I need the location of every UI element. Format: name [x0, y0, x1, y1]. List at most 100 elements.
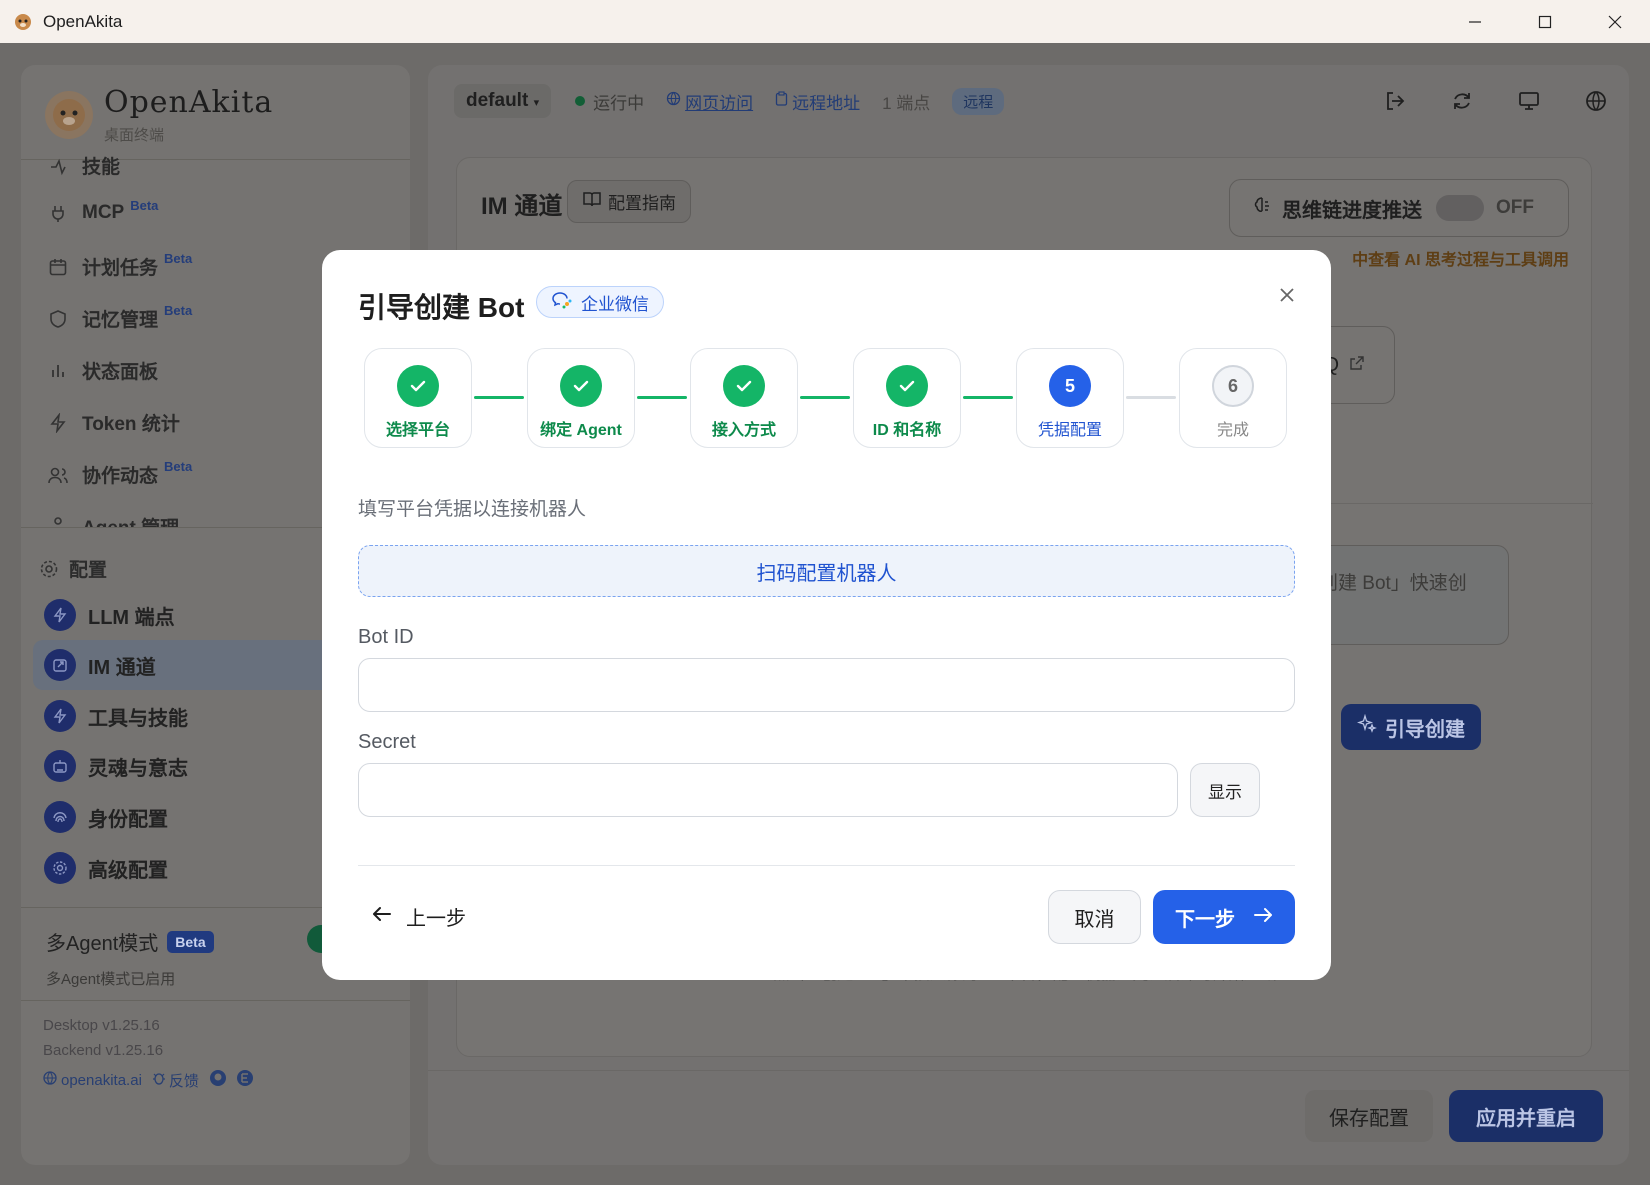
nav-item-status-panel[interactable]: 状态面板 — [46, 357, 158, 384]
step-2: 绑定 Agent — [527, 348, 635, 448]
window-title: OpenAkita — [43, 11, 123, 31]
nav-label: 状态面板 — [82, 362, 159, 383]
chevron-down-icon: ▾ — [533, 97, 540, 109]
feedback-link[interactable]: 反馈 — [169, 1070, 199, 1091]
bot-id-label: Bot ID — [358, 626, 414, 648]
nav-item-scheduled-tasks[interactable]: 计划任务 Beta — [46, 251, 193, 280]
think-push-toggle-card[interactable]: 思维链进度推送 OFF — [1229, 179, 1569, 237]
im-title: IM 通道 — [481, 193, 563, 220]
prev-step-button[interactable]: 上一步 — [372, 902, 466, 931]
step-label: 接入方式 — [711, 422, 776, 439]
config-guide-button[interactable]: 配置指南 — [567, 180, 691, 223]
bot-id-input[interactable] — [358, 658, 1295, 712]
think-push-description: 中查看 AI 思考过程与工具调用 — [1352, 252, 1569, 269]
nav-item-skills[interactable]: 技能 — [46, 151, 120, 179]
bar-chart-icon — [46, 359, 70, 383]
workspace-label: default — [466, 90, 529, 111]
nav-label: MCP — [82, 202, 125, 223]
think-push-switch[interactable] — [1436, 195, 1484, 221]
show-secret-button[interactable]: 显示 — [1190, 763, 1260, 817]
nav-item-memory[interactable]: 记忆管理 Beta — [46, 303, 192, 332]
step-label: ID 和名称 — [872, 422, 942, 439]
divider — [428, 1070, 1629, 1071]
web-access-label: 网页访问 — [685, 93, 754, 113]
web-access-link[interactable]: 网页访问 — [666, 89, 753, 114]
brand: OpenAkita 桌面终端 — [45, 85, 273, 145]
config-item-label: 高级配置 — [88, 859, 168, 882]
check-icon — [886, 365, 928, 407]
step-connector — [800, 396, 850, 399]
bug-icon — [152, 1071, 166, 1089]
step-4: ID 和名称 — [853, 348, 961, 448]
beta-badge: Beta — [130, 197, 159, 213]
config-guide-label: 配置指南 — [608, 194, 676, 213]
nav-label: 技能 — [82, 157, 121, 178]
step-5: 5 凭据配置 — [1016, 348, 1124, 448]
maximize-button[interactable] — [1510, 0, 1580, 43]
nav-item-mcp[interactable]: MCP Beta — [46, 197, 159, 225]
step-number: 6 — [1212, 365, 1254, 407]
github-icon[interactable] — [209, 1069, 227, 1091]
config-header-label: 配置 — [69, 560, 108, 581]
next-step-label: 下一步 — [1175, 908, 1235, 931]
skills-icon — [46, 155, 70, 179]
remote-address-link[interactable]: 远程地址 — [775, 89, 860, 114]
site-link[interactable]: openakita.ai — [61, 1072, 142, 1089]
step-label: 选择平台 — [385, 422, 450, 439]
bolt-icon — [46, 411, 70, 435]
config-item-label: LLM 端点 — [88, 606, 175, 629]
clipboard-icon — [775, 91, 788, 111]
brand-name: OpenAkita — [104, 85, 274, 120]
save-config-button[interactable]: 保存配置 — [1305, 1090, 1433, 1142]
wecom-icon — [551, 290, 573, 315]
remote-badge: 远程 — [952, 87, 1005, 115]
run-status: 运行中 — [575, 89, 644, 114]
calendar-icon — [46, 255, 70, 279]
globe-icon — [43, 1071, 57, 1089]
refresh-icon[interactable] — [1428, 90, 1495, 112]
nav-item-agent-manage[interactable]: Agent 管理 — [46, 513, 179, 527]
check-icon — [397, 365, 439, 407]
config-item-label: IM 通道 — [88, 656, 156, 679]
users-icon — [46, 463, 70, 487]
next-step-button[interactable]: 下一步 — [1153, 890, 1295, 944]
close-window-button[interactable] — [1580, 0, 1650, 43]
logout-icon[interactable] — [1361, 90, 1428, 112]
arrow-right-icon — [1253, 906, 1273, 929]
step-connector — [637, 396, 687, 399]
external-link-icon — [1349, 354, 1365, 377]
nav-item-collab[interactable]: 协作动态 Beta — [46, 459, 192, 488]
workspace-select[interactable]: default ▾ — [454, 84, 552, 118]
e-icon[interactable] — [236, 1069, 254, 1091]
footer-links: openakita.ai 反馈 — [43, 1069, 254, 1091]
nav-item-token-stats[interactable]: Token 统计 — [46, 409, 180, 436]
brain-icon — [1252, 195, 1272, 221]
config-item-label: 身份配置 — [88, 808, 168, 831]
gear-icon — [37, 557, 61, 581]
step-connector — [963, 396, 1013, 399]
bolt-icon — [44, 700, 76, 732]
language-globe-icon[interactable] — [1562, 90, 1629, 112]
multi-agent-section: 多Agent模式 Beta 多Agent模式已启用 — [46, 927, 214, 989]
window-titlebar: OpenAkita — [0, 0, 1650, 43]
minimize-button[interactable] — [1440, 0, 1510, 43]
brand-subtitle: 桌面终端 — [104, 127, 165, 144]
step-connector — [1126, 396, 1176, 399]
bot-wizard-modal: 引导创建 Bot 企业微信 选择平台 绑定 Agent 接入方式 ID 和名称 … — [322, 250, 1331, 980]
step-number: 5 — [1049, 365, 1091, 407]
backend-version: Backend v1.25.16 — [43, 1042, 164, 1059]
step-1: 选择平台 — [364, 348, 472, 448]
step-label: 完成 — [1216, 422, 1249, 439]
desktop-version: Desktop v1.25.16 — [43, 1017, 160, 1034]
beta-badge: Beta — [164, 251, 193, 266]
nav-label: Agent 管理 — [82, 513, 179, 527]
apply-restart-button[interactable]: 应用并重启 — [1449, 1090, 1603, 1142]
plug-icon — [46, 201, 70, 225]
scan-config-button[interactable]: 扫码配置机器人 — [358, 545, 1295, 597]
cancel-button[interactable]: 取消 — [1048, 890, 1141, 944]
guide-create-label: 引导创建 — [1385, 718, 1465, 741]
secret-input[interactable] — [358, 763, 1178, 817]
close-icon[interactable] — [1272, 280, 1302, 310]
guide-create-button[interactable]: 引导创建 — [1341, 704, 1481, 750]
monitor-icon[interactable] — [1495, 90, 1562, 112]
